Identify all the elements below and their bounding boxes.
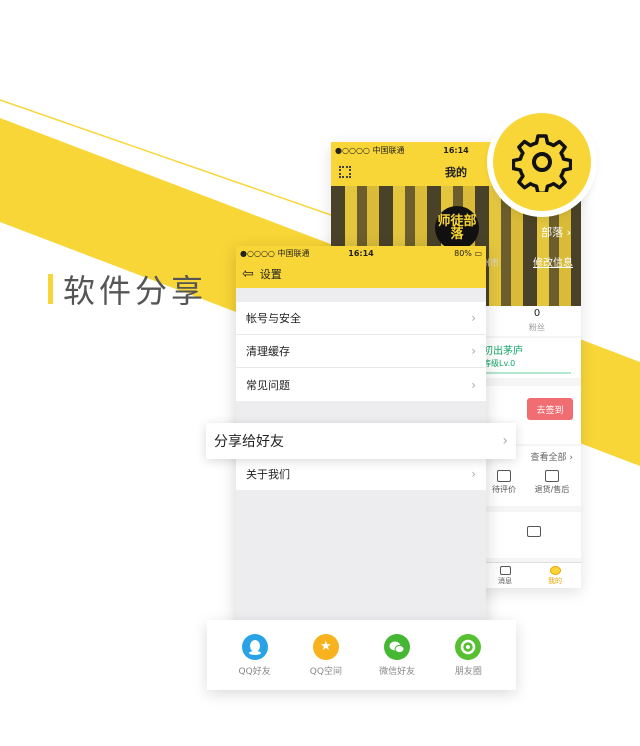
share-qq-friends[interactable]: QQ好友 (225, 633, 285, 677)
settings-badge (493, 113, 591, 211)
about-group: 关于我们 › (236, 457, 486, 490)
row-clear-cache[interactable]: 清理缓存 › (236, 335, 486, 368)
refund-icon (545, 470, 559, 482)
headline-text: 软件分享 (63, 272, 208, 310)
refund-button[interactable]: 退货/售后 (527, 470, 577, 495)
share-wechat-friends[interactable]: 微信好友 (367, 633, 427, 677)
carrier-text: ●○○○○ 中国联通 (240, 248, 310, 258)
qr-code-icon[interactable] (339, 166, 351, 178)
headline: 软件分享 (48, 266, 207, 312)
profile-name[interactable]: 部落 › (541, 224, 571, 240)
level-progress (483, 372, 571, 374)
gear-icon (512, 134, 572, 192)
row-faq[interactable]: 常见问题 › (236, 368, 486, 401)
share-to-friends-row[interactable]: 分享给好友 › (206, 423, 516, 459)
fans-count: 0 (533, 308, 541, 319)
edit-profile-link[interactable]: 修改信息 (533, 254, 573, 269)
carrier-text: ●○○○○ 中国联通 (335, 145, 405, 155)
share-qzone[interactable]: ★ QQ空间 (296, 633, 356, 677)
sign-in-button[interactable]: 去签到 (527, 398, 573, 420)
profile-title: 我的 (445, 166, 467, 179)
wechat-icon (384, 633, 411, 660)
qzone-icon: ★ (312, 633, 339, 660)
settings-title: 设置 (259, 268, 282, 281)
level-title: 初出茅庐 (483, 346, 523, 357)
view-all-link[interactable]: 查看全部 › (531, 450, 573, 463)
review-icon (497, 470, 511, 482)
settings-group: 帐号与安全 › 清理缓存 › 常见问题 › (236, 302, 486, 401)
chevron-right-icon: › (471, 466, 476, 481)
status-time: 16:14 (348, 248, 374, 258)
status-bar: ●○○○○ 中国联通 16:14 80% ▭ (236, 246, 486, 260)
headline-bar (48, 274, 53, 304)
chevron-right-icon: › (471, 311, 476, 325)
fans-label: 粉丝 (529, 323, 545, 332)
settings-nav-bar: ⇦ 设置 (236, 260, 486, 288)
battery-indicator: 80% ▭ (454, 248, 483, 258)
chevron-right-icon: › (471, 344, 476, 358)
moments-icon (455, 633, 482, 660)
profile-icon (549, 566, 561, 575)
chat-star-icon[interactable] (527, 526, 541, 537)
tab-profile[interactable]: 我的 (535, 566, 575, 586)
row-account-security[interactable]: 帐号与安全 › (236, 302, 486, 335)
to-review-button[interactable]: 待评价 (479, 470, 529, 495)
share-moments[interactable]: 朋友圈 (438, 633, 498, 677)
chevron-right-icon: › (502, 433, 508, 449)
level-sub: 等级Lv.0 (483, 359, 516, 368)
message-icon (499, 566, 511, 575)
chevron-right-icon: › (471, 377, 476, 392)
qq-icon (241, 633, 268, 660)
brand-logo: 师徒部落 (435, 206, 479, 250)
share-sheet: QQ好友 ★ QQ空间 微信好友 朋友圈 (207, 620, 516, 690)
back-arrow-icon[interactable]: ⇦ (242, 266, 254, 282)
tab-messages[interactable]: 消息 (485, 566, 525, 586)
status-time: 16:14 (443, 145, 469, 155)
row-about-us[interactable]: 关于我们 › (236, 457, 486, 490)
